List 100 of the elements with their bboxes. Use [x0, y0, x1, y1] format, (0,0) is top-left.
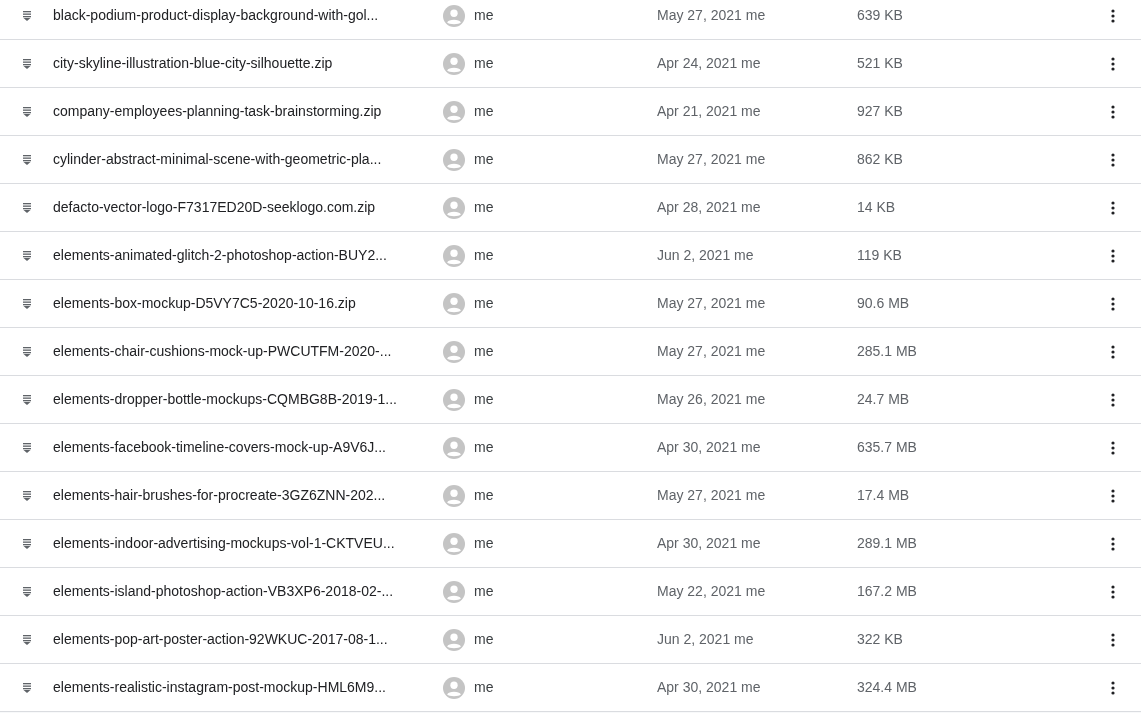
file-type-icon [23, 634, 31, 645]
file-row[interactable]: city-skyline-illustration-blue-city-silhouette.zip me Apr 24, 2021 me 521 KB [0, 40, 1141, 88]
avatar-icon [443, 532, 465, 555]
file-size: 322 KB [857, 631, 903, 647]
owner-name: me [474, 150, 494, 169]
file-size: 635.7 MB [857, 439, 917, 455]
owner-name: me [474, 630, 494, 649]
file-row[interactable]: elements-chair-cushions-mock-up-PWCUTFM-2020-... me May 27, 2021 me 285.1 MB [0, 328, 1141, 376]
file-name: elements-pop-art-poster-action-92WKUC-2017-08-1... [53, 631, 388, 647]
file-row[interactable]: elements-realistic-instagram-post-mockup-HML6M9... me Apr 30, 2021 me 324.4 MB [0, 664, 1141, 712]
file-name: defacto-vector-logo-F7317ED20D-seeklogo.com.zip [53, 199, 376, 215]
owner-name: me [474, 486, 494, 505]
more-vertical-icon [1111, 584, 1115, 599]
file-row[interactable]: elements-animated-glitch-2-photoshop-action-BUY2... me Jun 2, 2021 me 119 KB [0, 232, 1141, 280]
file-type-icon [23, 202, 31, 213]
file-size: 167.2 MB [857, 583, 917, 599]
more-vertical-icon [1111, 296, 1115, 311]
file-size: 521 KB [857, 55, 903, 71]
last-modified: May 27, 2021 me [657, 295, 766, 311]
avatar-icon [443, 484, 465, 507]
file-type-icon [23, 682, 31, 693]
file-type-icon [23, 58, 31, 69]
file-type-icon [23, 154, 31, 165]
owner-name: me [474, 582, 494, 601]
avatar-icon [443, 100, 465, 123]
avatar-icon [443, 436, 465, 459]
file-size: 862 KB [857, 151, 903, 167]
file-type-icon [23, 442, 31, 453]
file-name: elements-indoor-advertising-mockups-vol-1-CKTVEU... [53, 535, 395, 551]
file-size: 14 KB [857, 199, 896, 215]
file-name: elements-hair-brushes-for-procreate-3GZ6ZNN-202... [53, 487, 386, 503]
file-type-icon [23, 394, 31, 405]
owner-name: me [474, 6, 494, 25]
file-name: elements-realistic-instagram-post-mockup-HML6M9... [53, 679, 386, 695]
file-row[interactable]: elements-hair-brushes-for-procreate-3GZ6ZNN-202... me May 27, 2021 me 17.4 MB [0, 472, 1141, 520]
file-row[interactable]: elements-pop-art-poster-action-92WKUC-2017-08-1... me Jun 2, 2021 me 322 KB [0, 616, 1141, 664]
last-modified: May 27, 2021 me [657, 7, 766, 23]
file-name: elements-island-photoshop-action-VB3XP6-2018-02-... [53, 583, 394, 599]
owner-name: me [474, 438, 494, 457]
file-type-icon [23, 538, 31, 549]
more-vertical-icon [1111, 392, 1115, 407]
more-vertical-icon [1111, 104, 1115, 119]
file-row[interactable]: company-employees-planning-task-brainstorming.zip me Apr 21, 2021 me 927 KB [0, 88, 1141, 136]
last-modified: Jun 2, 2021 me [657, 631, 754, 647]
last-modified: Jun 2, 2021 me [657, 247, 754, 263]
last-modified: Apr 30, 2021 me [657, 439, 761, 455]
file-row[interactable]: cylinder-abstract-minimal-scene-with-geometric-pla... me May 27, 2021 me 862 KB [0, 136, 1141, 184]
file-type-icon [23, 586, 31, 597]
last-modified: Apr 30, 2021 me [657, 679, 761, 695]
file-size: 24.7 MB [857, 391, 910, 407]
more-vertical-icon [1111, 152, 1115, 167]
last-modified: May 27, 2021 me [657, 343, 766, 359]
more-vertical-icon [1111, 200, 1115, 215]
file-size: 289.1 MB [857, 535, 917, 551]
avatar-icon [443, 580, 465, 603]
more-vertical-icon [1111, 248, 1115, 263]
owner-name: me [474, 102, 494, 121]
avatar-icon [443, 196, 465, 219]
last-modified: Apr 24, 2021 me [657, 55, 761, 71]
file-size: 90.6 MB [857, 295, 910, 311]
avatar-icon [443, 340, 465, 363]
file-name: city-skyline-illustration-blue-city-silhouette.zip [53, 55, 333, 71]
file-row[interactable]: elements-indoor-advertising-mockups-vol-1-CKTVEU... me Apr 30, 2021 me 289.1 MB [0, 520, 1141, 568]
more-vertical-icon [1111, 440, 1115, 455]
last-modified: May 27, 2021 me [657, 487, 766, 503]
file-type-icon [23, 298, 31, 309]
file-row[interactable]: elements-box-mockup-D5VY7C5-2020-10-16.zip me May 27, 2021 me 90.6 MB [0, 280, 1141, 328]
avatar-icon [443, 388, 465, 411]
last-modified: Apr 30, 2021 me [657, 535, 761, 551]
owner-name: me [474, 246, 494, 265]
more-vertical-icon [1111, 680, 1115, 695]
file-type-icon [23, 490, 31, 501]
avatar-icon [443, 292, 465, 315]
file-name: elements-animated-glitch-2-photoshop-action-BUY2... [53, 247, 387, 263]
owner-name: me [474, 198, 494, 217]
file-name: black-podium-product-display-background-with-gol... [53, 7, 379, 23]
owner-name: me [474, 294, 494, 313]
last-modified: May 27, 2021 me [657, 151, 766, 167]
avatar-icon [443, 4, 465, 27]
owner-name: me [474, 678, 494, 697]
file-name: cylinder-abstract-minimal-scene-with-geometric-pla... [53, 151, 382, 167]
more-vertical-icon [1111, 8, 1115, 23]
last-modified: May 22, 2021 me [657, 583, 766, 599]
file-row[interactable]: elements-island-photoshop-action-VB3XP6-2018-02-... me May 22, 2021 me 167.2 MB [0, 568, 1141, 616]
file-row[interactable]: elements-facebook-timeline-covers-mock-up-A9V6J... me Apr 30, 2021 me 635.7 MB [0, 424, 1141, 472]
more-vertical-icon [1111, 632, 1115, 647]
file-row[interactable]: black-podium-product-display-background-with-gol... me May 27, 2021 me 639 KB [0, 0, 1141, 40]
more-vertical-icon [1111, 536, 1115, 551]
file-row[interactable]: elements-dropper-bottle-mockups-CQMBG8B-2019-1... me May 26, 2021 me 24.7 MB [0, 376, 1141, 424]
file-size: 17.4 MB [857, 487, 910, 503]
owner-name: me [474, 342, 494, 361]
file-type-icon [23, 106, 31, 117]
file-size: 927 KB [857, 103, 903, 119]
owner-name: me [474, 534, 494, 553]
file-size: 324.4 MB [857, 679, 917, 695]
file-row[interactable]: defacto-vector-logo-F7317ED20D-seeklogo.com.zip me Apr 28, 2021 me 14 KB [0, 184, 1141, 232]
owner-name: me [474, 390, 494, 409]
avatar-icon [443, 676, 465, 699]
more-vertical-icon [1111, 488, 1115, 503]
avatar-icon [443, 628, 465, 651]
